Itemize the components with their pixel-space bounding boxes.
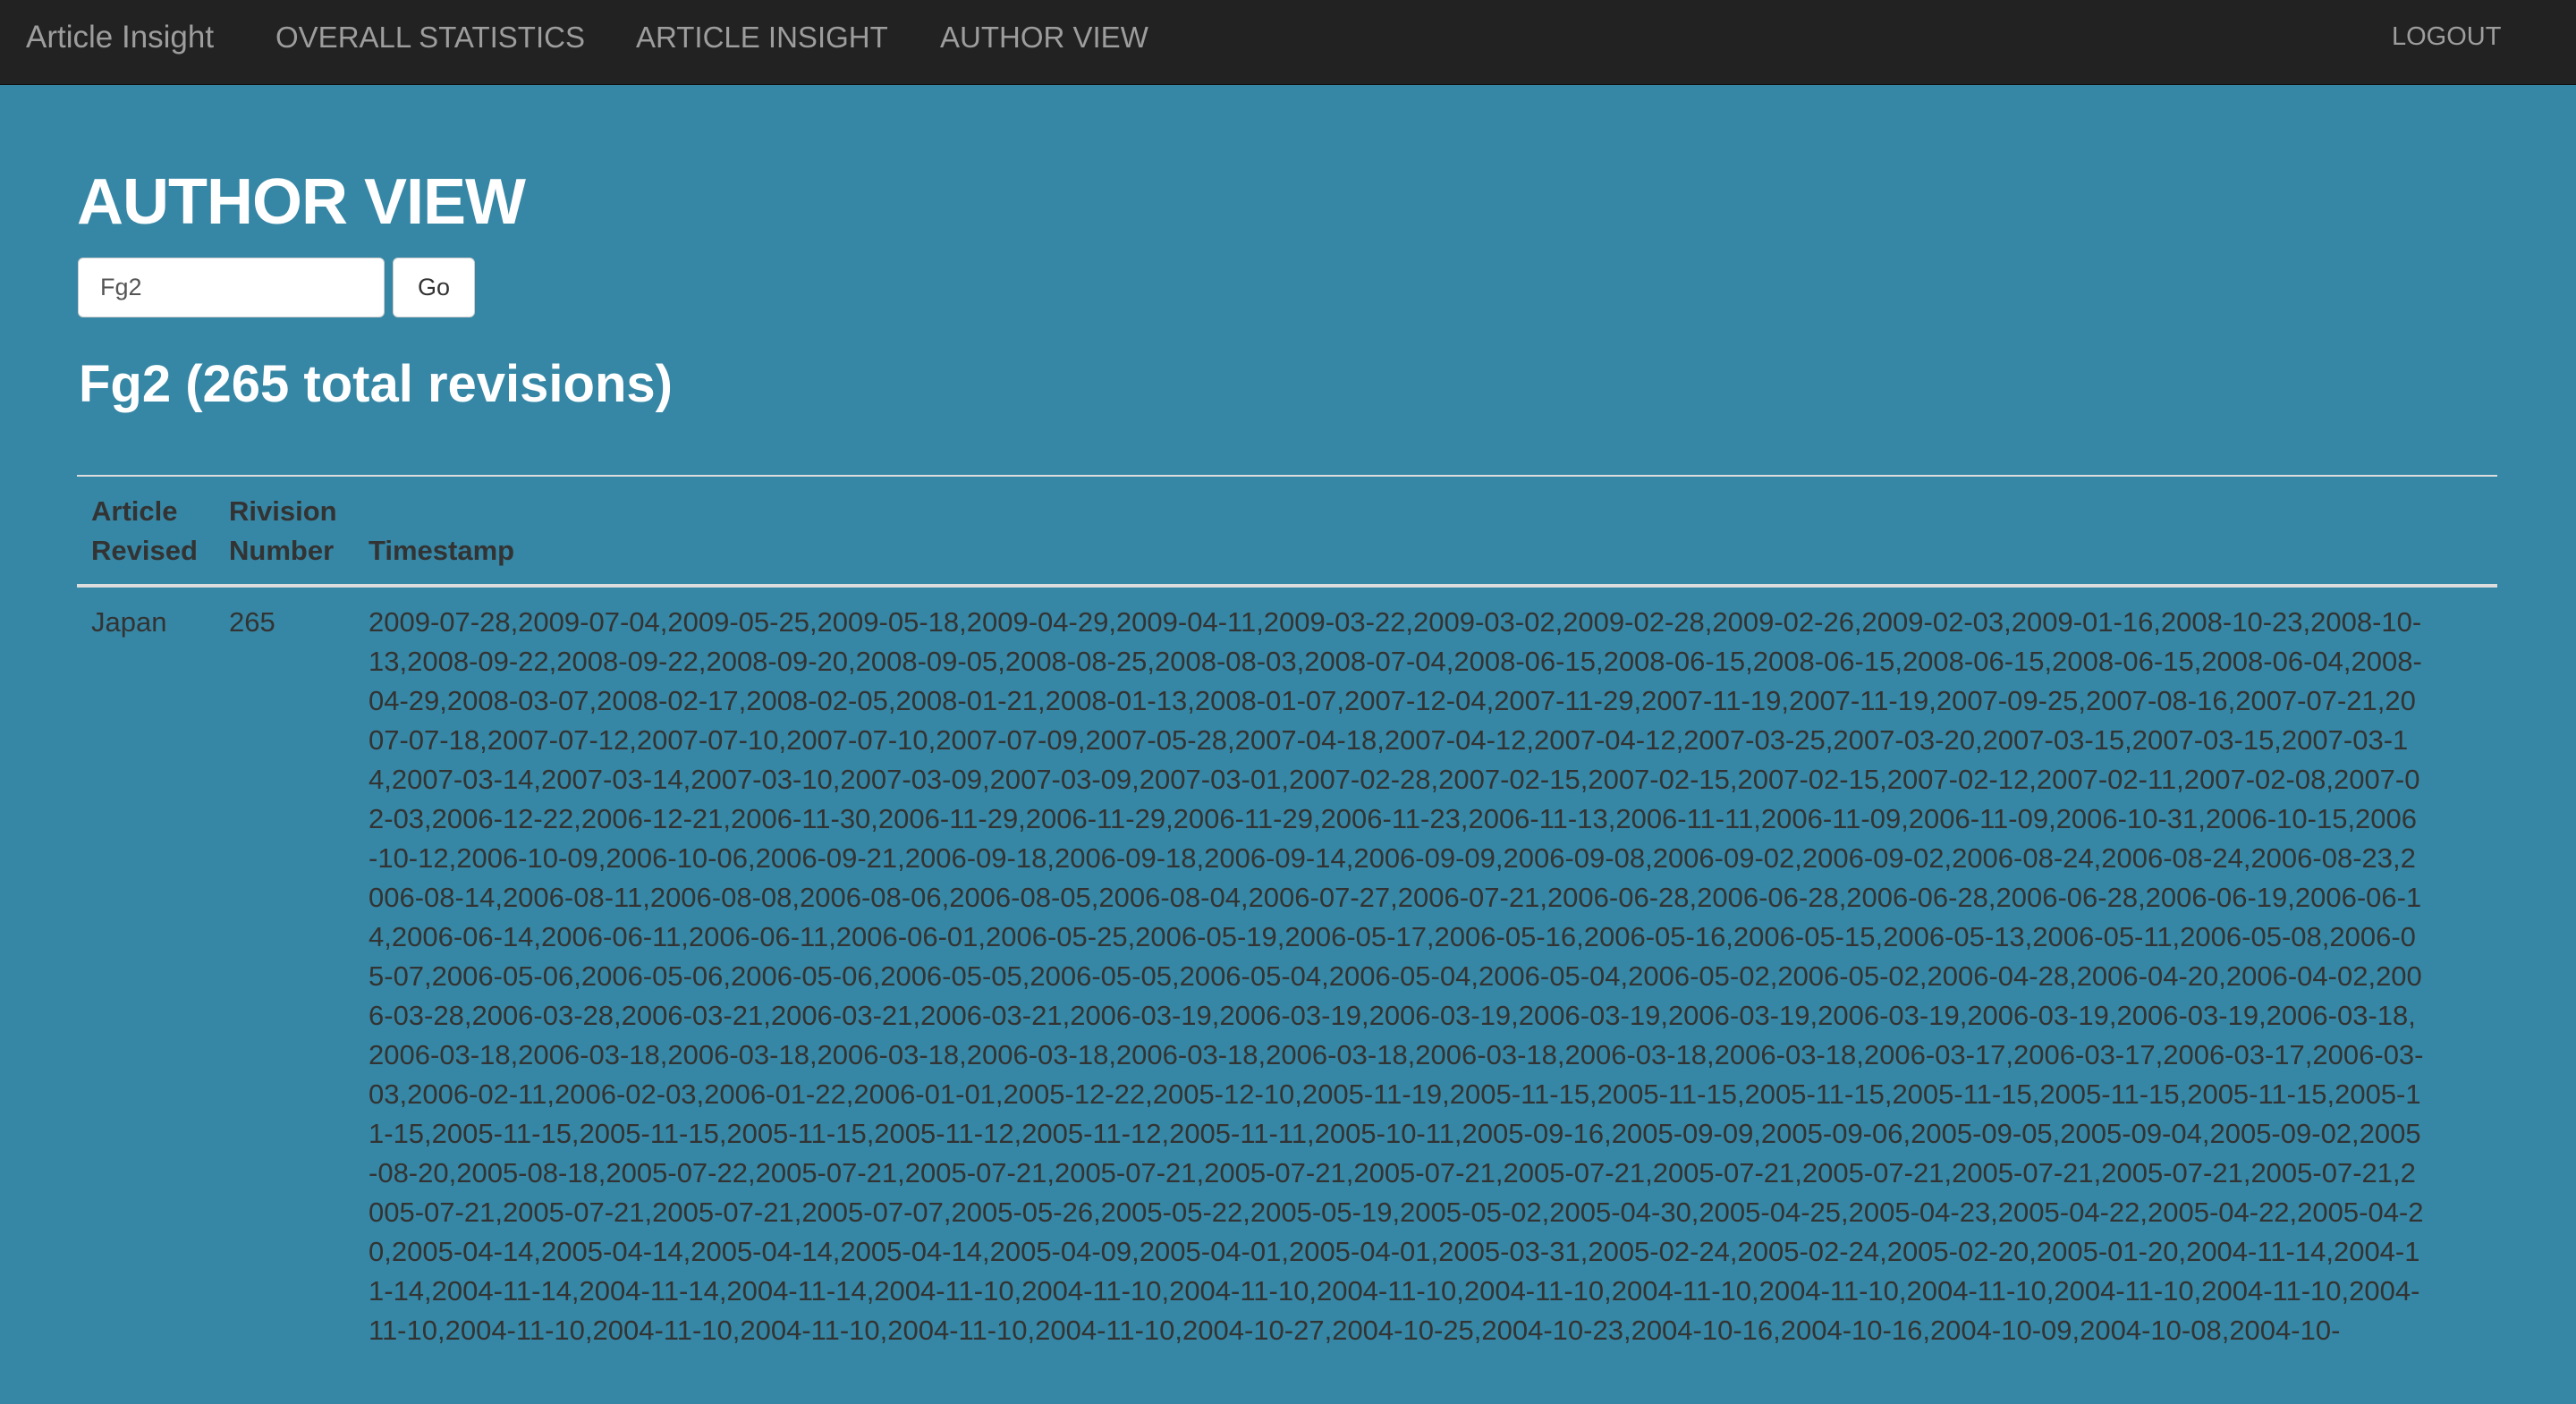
author-search-input[interactable] <box>78 258 385 317</box>
nav-overall-statistics[interactable]: OVERALL STATISTICS <box>275 20 585 55</box>
logout-link[interactable]: LOGOUT <box>2392 20 2501 54</box>
table-header-divider <box>77 584 2497 588</box>
page-title: AUTHOR VIEW <box>77 166 526 238</box>
header-revision-line1: Rivision <box>229 495 337 527</box>
table-top-divider <box>77 475 2497 477</box>
brand-link[interactable]: Article Insight <box>26 20 214 55</box>
header-article-line2: Revised <box>91 535 198 566</box>
result-heading: Fg2 (265 total revisions) <box>79 355 673 413</box>
top-navbar: Article Insight OVERALL STATISTICS ARTIC… <box>0 0 2576 85</box>
nav-article-insight[interactable]: ARTICLE INSIGHT <box>636 20 888 55</box>
header-revision-line2: Number <box>229 535 335 566</box>
header-article-line1: Article <box>91 495 178 527</box>
cell-timestamps: 2009-07-28,2009-07-04,2009-05-25,2009-05… <box>369 606 2424 1346</box>
go-button[interactable]: Go <box>393 258 475 317</box>
cell-revision-number: 265 <box>229 606 275 638</box>
cell-article: Japan <box>91 606 167 638</box>
nav-author-view[interactable]: AUTHOR VIEW <box>940 20 1148 55</box>
header-timestamp: Timestamp <box>369 535 515 566</box>
